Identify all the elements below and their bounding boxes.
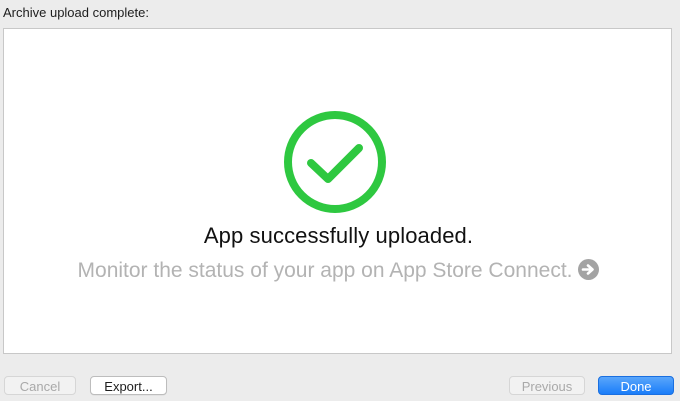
upload-complete-window: Archive upload complete: App successfull… [0,0,680,401]
checkmark-circle-icon [284,111,386,213]
previous-button[interactable]: Previous [509,376,585,395]
archive-upload-label: Archive upload complete: [3,5,149,20]
success-title: App successfully uploaded. [203,223,474,248]
upload-result-panel: App successfully uploaded. Monitor the s… [3,28,672,354]
cancel-button[interactable]: Cancel [4,376,76,395]
monitor-status-row: Monitor the status of your app on App St… [4,259,673,283]
arrow-right-circle-icon[interactable] [578,259,600,280]
export-button[interactable]: Export... [90,376,167,395]
done-button[interactable]: Done [598,376,674,395]
monitor-status-link[interactable]: Monitor the status of your app on App St… [78,259,573,282]
